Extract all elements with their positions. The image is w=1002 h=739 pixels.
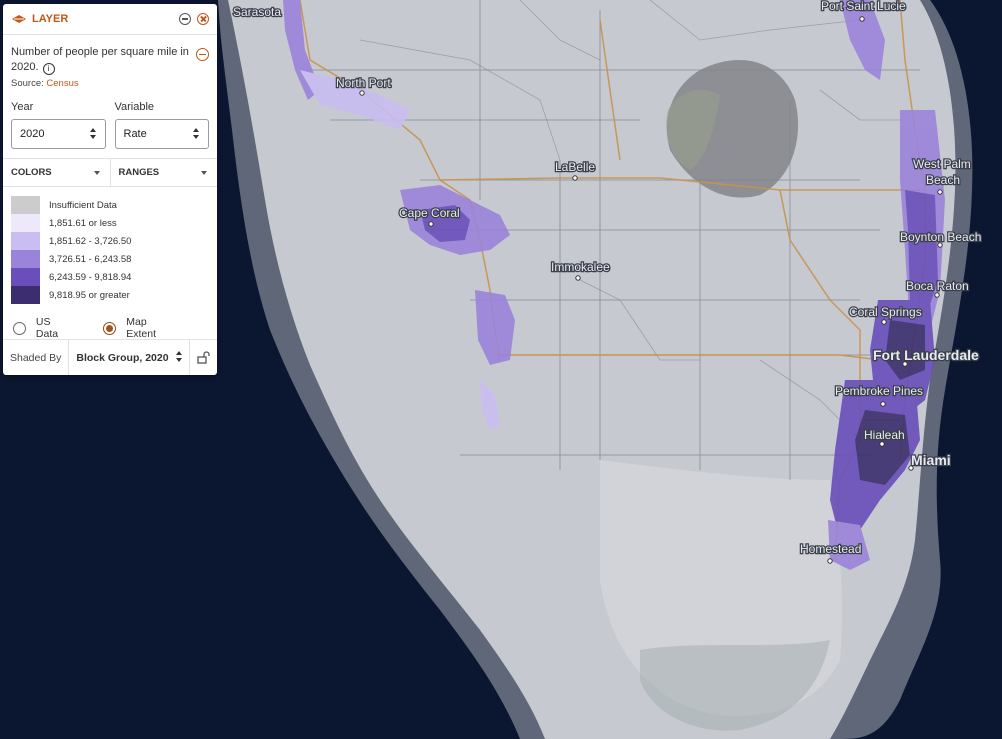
info-icon[interactable]: i: [42, 63, 55, 75]
sort-up-icon: [176, 351, 182, 355]
description-text: Number of people per square mile in 2020…: [11, 46, 189, 73]
city-label: Fort Lauderdale: [873, 347, 979, 363]
city-label: Beach: [926, 173, 960, 187]
sort-up-icon: [193, 128, 199, 132]
radio-circle: [13, 321, 26, 335]
tab-colors[interactable]: COLORS: [3, 159, 110, 186]
year-value: 2020: [20, 128, 45, 140]
legend-item: 9,818.95 or greater: [11, 286, 209, 304]
layer-description: Number of people per square mile in 2020…: [3, 35, 217, 75]
legend-label: 1,851.61 or less: [49, 217, 117, 229]
city-label: Boca Raton: [906, 279, 969, 293]
caret-down-icon: [201, 171, 207, 175]
legend-item: 1,851.61 or less: [11, 214, 209, 232]
source-line: Source: Census: [3, 75, 217, 89]
tab-ranges-label: RANGES: [118, 167, 160, 178]
sort-down-icon: [89, 135, 96, 139]
panel-header: LAYER: [3, 4, 217, 35]
collapse-icon[interactable]: [196, 48, 209, 61]
shaded-by-value: Block Group, 2020: [76, 351, 169, 364]
legend-swatch: [11, 268, 40, 286]
legend-item: Insufficient Data: [11, 196, 209, 214]
city-label: Coral Springs: [849, 305, 922, 319]
legend-item: 6,243.59 - 9,818.94: [11, 268, 209, 286]
sort-up-icon: [89, 128, 96, 132]
legend-swatch: [11, 214, 40, 232]
legend-swatch: [11, 232, 40, 250]
city-label: Port Saint Lucie: [821, 0, 906, 13]
layer-icon: [12, 15, 26, 23]
legend-label: Insufficient Data: [49, 199, 117, 211]
shaded-by-row: Shaded By Block Group, 2020: [3, 339, 217, 375]
shaded-by-select[interactable]: Block Group, 2020: [69, 340, 190, 375]
legend-item: 1,851.62 - 3,726.50: [11, 232, 209, 250]
close-icon[interactable]: [197, 13, 209, 25]
legend-swatch: [11, 286, 40, 304]
legend-label: 1,851.62 - 3,726.50: [49, 235, 132, 247]
map-extent-label: Map Extent: [126, 316, 157, 340]
variable-label: Variable: [114, 101, 155, 113]
sort-down-icon: [193, 135, 199, 139]
style-tabs: COLORS RANGES: [3, 158, 217, 187]
layer-panel: LAYER Number of people per square mile i…: [3, 4, 217, 375]
city-label: Boynton Beach: [900, 230, 981, 244]
legend: Insufficient Data 1,851.61 or less 1,851…: [3, 187, 217, 304]
city-label: Miami: [911, 452, 951, 468]
legend-swatch: [11, 250, 40, 268]
unlock-icon[interactable]: [190, 340, 217, 375]
city-label: Hialeah: [864, 428, 905, 442]
radio-circle-selected: [103, 321, 117, 335]
city-label: Pembroke Pines: [835, 384, 923, 398]
map-extent-radio[interactable]: Map Extent: [103, 316, 179, 340]
tab-ranges[interactable]: RANGES: [109, 159, 218, 186]
source-link[interactable]: Census: [46, 78, 78, 89]
panel-title: LAYER: [32, 13, 69, 25]
legend-label: 3,726.51 - 6,243.58: [49, 253, 132, 265]
shaded-by-label: Shaded By: [3, 340, 70, 375]
us-data-label: US Data: [35, 316, 59, 340]
selectors: Year 2020 Variable Rate: [3, 89, 217, 149]
legend-item: 3,726.51 - 6,243.58: [11, 250, 209, 268]
variable-select[interactable]: Rate: [114, 119, 209, 149]
legend-label: 9,818.95 or greater: [49, 289, 130, 301]
city-label: Cape Coral: [399, 206, 460, 220]
year-select[interactable]: 2020: [11, 119, 106, 149]
legend-swatch: [11, 196, 40, 214]
city-label: Immokalee: [551, 260, 610, 274]
minimize-icon[interactable]: [179, 13, 191, 25]
variable-value: Rate: [123, 128, 147, 140]
source-label: Source:: [11, 78, 44, 89]
year-label: Year: [11, 101, 34, 113]
sort-down-icon: [176, 358, 182, 362]
city-label: LaBelle: [555, 160, 595, 174]
city-label: West Palm: [913, 157, 971, 171]
city-label: North Port: [336, 76, 391, 90]
city-label: Homestead: [800, 542, 861, 556]
legend-label: 6,243.59 - 9,818.94: [49, 271, 132, 283]
extent-options: US Data Map Extent: [3, 304, 217, 340]
us-data-radio[interactable]: US Data: [13, 316, 75, 340]
tab-colors-label: COLORS: [11, 167, 52, 178]
city-label: Sarasota: [233, 5, 281, 19]
caret-down-icon: [93, 171, 100, 175]
